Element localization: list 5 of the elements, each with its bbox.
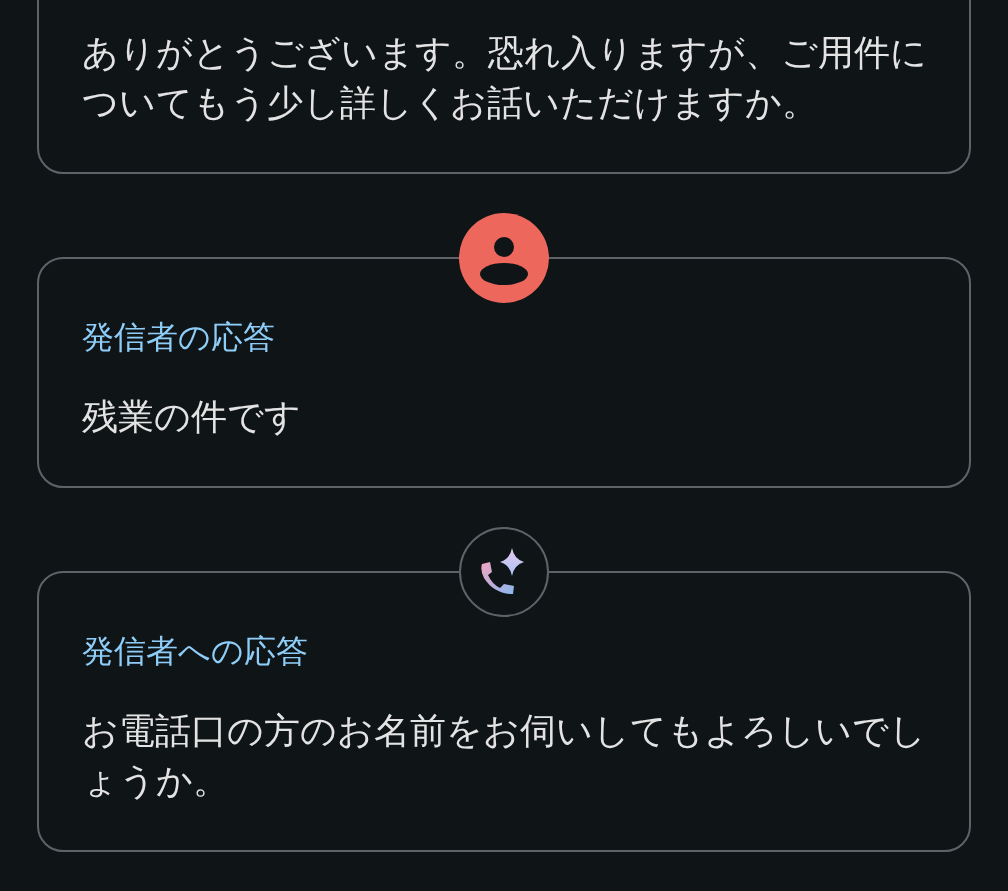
message-text: ありがとうございます。恐れ入りますが、ご用件についてもう少し詳しくお話いただけますか。 [82,31,928,125]
message-text: 残業の件です [82,395,302,439]
message-text: お電話口の方のお名前をお伺いしてもよろしいでしょうか。 [82,709,927,803]
response-label: 発信者の応答 [82,318,276,357]
response-label: 発信者への応答 [82,632,309,671]
